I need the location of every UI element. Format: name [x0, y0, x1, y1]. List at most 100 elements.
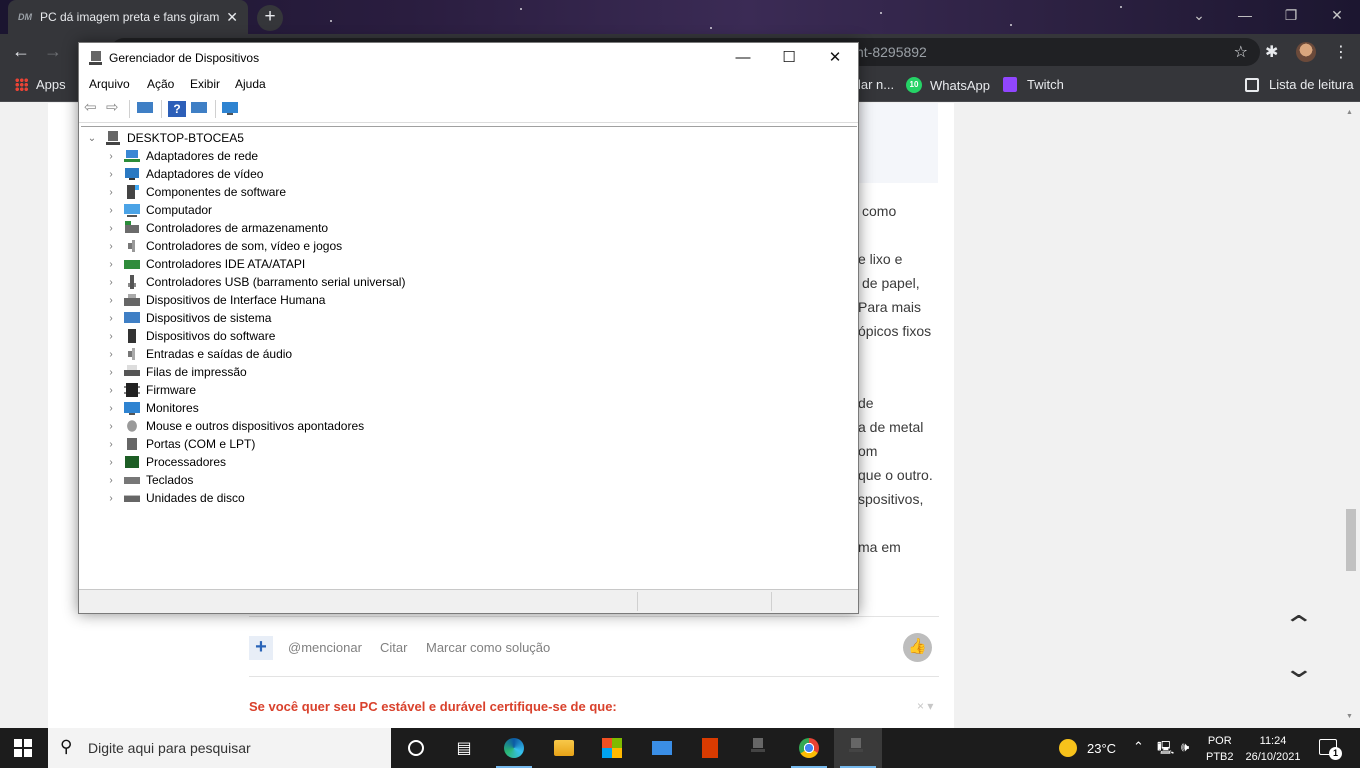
- add-reply-button[interactable]: +: [249, 636, 273, 660]
- network-icon[interactable]: 🖳: [1157, 739, 1174, 768]
- volume-icon[interactable]: 🕪: [1181, 739, 1189, 768]
- taskbar-device-manager[interactable]: [834, 728, 882, 768]
- device-category-row[interactable]: › Entradas e saídas de áudio: [106, 345, 292, 363]
- close-tab-icon[interactable]: ✕: [226, 9, 238, 26]
- device-category-row[interactable]: › Dispositivos de Interface Humana: [106, 291, 325, 309]
- mark-solution-link[interactable]: Marcar como solução: [426, 640, 550, 655]
- device-category-row[interactable]: › Controladores IDE ATA/ATAPI: [106, 255, 305, 273]
- notification-icon[interactable]: 1: [1319, 739, 1342, 760]
- maximize-button[interactable]: ☐: [766, 43, 812, 74]
- scroll-up-icon[interactable]: ⌃: [1283, 610, 1316, 641]
- chevron-right-icon[interactable]: ›: [106, 493, 116, 504]
- chevron-right-icon[interactable]: ›: [106, 331, 116, 342]
- device-category-row[interactable]: › Filas de impressão: [106, 363, 247, 381]
- view-icon[interactable]: [191, 101, 209, 117]
- chevron-right-icon[interactable]: ›: [106, 295, 116, 306]
- profile-avatar[interactable]: [1296, 42, 1316, 62]
- close-window-icon[interactable]: ✕: [1314, 0, 1360, 34]
- chevron-right-icon[interactable]: ›: [106, 457, 116, 468]
- reading-list[interactable]: Lista de leitura: [1245, 77, 1354, 92]
- device-category-row[interactable]: › Mouse e outros dispositivos apontadores: [106, 417, 364, 435]
- device-category-row[interactable]: › Dispositivos do software: [106, 327, 275, 345]
- close-button[interactable]: ✕: [812, 43, 858, 74]
- menu-exibir[interactable]: Exibir: [190, 77, 220, 91]
- scrollbar-down-arrow-icon[interactable]: ▼: [1346, 713, 1353, 720]
- start-button[interactable]: [14, 739, 32, 757]
- menu-acao[interactable]: Ação: [147, 77, 174, 91]
- menu-arquivo[interactable]: Arquivo: [89, 77, 130, 91]
- device-category-row[interactable]: › Controladores de som, vídeo e jogos: [106, 237, 342, 255]
- chevron-right-icon[interactable]: ›: [106, 277, 116, 288]
- browser-tab[interactable]: DM PC dá imagem preta e fans giram ✕: [8, 0, 248, 34]
- back-arrow-icon[interactable]: ⇦: [84, 100, 102, 117]
- menu-ajuda[interactable]: Ajuda: [235, 77, 266, 91]
- device-category-row[interactable]: › Adaptadores de rede: [106, 147, 258, 165]
- scan-hardware-icon[interactable]: [222, 101, 240, 117]
- bookmark-twitch[interactable]: Twitch: [1003, 77, 1064, 92]
- forward-icon[interactable]: →: [40, 40, 66, 64]
- chevron-right-icon[interactable]: ›: [106, 367, 116, 378]
- chevron-right-icon[interactable]: ›: [106, 259, 116, 270]
- menu-icon[interactable]: ⋮: [1333, 42, 1349, 62]
- quote-link[interactable]: Citar: [380, 640, 407, 655]
- chevron-right-icon[interactable]: ›: [106, 223, 116, 234]
- signature-close-icon[interactable]: × ▾: [917, 699, 933, 713]
- new-tab-button[interactable]: +: [257, 5, 283, 31]
- forward-arrow-icon[interactable]: ⇨: [106, 100, 124, 117]
- scrollbar-thumb[interactable]: [1346, 509, 1356, 571]
- tree-root[interactable]: ⌄ DESKTOP-BTOCEA5: [87, 129, 244, 147]
- device-category-row[interactable]: › Computador: [106, 201, 212, 219]
- device-category-row[interactable]: › Controladores USB (barramento serial un…: [106, 273, 405, 291]
- chevron-right-icon[interactable]: ›: [106, 151, 116, 162]
- mention-link[interactable]: @mencionar: [288, 640, 362, 655]
- input-language[interactable]: POR PTB2: [1206, 733, 1234, 765]
- help-icon[interactable]: ?: [168, 101, 186, 117]
- taskbar-device-app[interactable]: [736, 728, 784, 768]
- chevron-right-icon[interactable]: ›: [106, 439, 116, 450]
- weather-temperature[interactable]: 23°C: [1087, 741, 1116, 756]
- bookmark-whatsapp[interactable]: 10 WhatsApp: [906, 77, 990, 93]
- scroll-down-icon[interactable]: ⌃: [1283, 651, 1316, 682]
- device-category-row[interactable]: › Adaptadores de vídeo: [106, 165, 263, 183]
- chevron-down-icon[interactable]: ⌄: [87, 133, 97, 144]
- chevron-right-icon[interactable]: ›: [106, 403, 116, 414]
- clock[interactable]: 11:24 26/10/2021: [1243, 733, 1303, 765]
- taskbar-search[interactable]: ⚲ Digite aqui para pesquisar: [48, 728, 391, 768]
- taskbar-edge[interactable]: [490, 728, 538, 768]
- restore-icon[interactable]: ❐: [1268, 0, 1314, 34]
- device-category-row[interactable]: › Controladores de armazenamento: [106, 219, 328, 237]
- bookmark-apps[interactable]: Apps: [15, 77, 66, 92]
- chevron-right-icon[interactable]: ›: [106, 421, 116, 432]
- taskbar-mail[interactable]: [638, 728, 686, 768]
- taskbar-office[interactable]: [686, 728, 734, 768]
- device-category-row[interactable]: › Portas (COM e LPT): [106, 435, 255, 453]
- window-title-bar[interactable]: Gerenciador de Dispositivos — ☐ ✕: [79, 43, 858, 74]
- chevron-right-icon[interactable]: ›: [106, 187, 116, 198]
- weather-sun-icon[interactable]: [1059, 739, 1077, 757]
- properties-icon[interactable]: [137, 101, 155, 117]
- device-category-row[interactable]: › Dispositivos de sistema: [106, 309, 271, 327]
- chevron-right-icon[interactable]: ›: [106, 475, 116, 486]
- device-category-row[interactable]: › Teclados: [106, 471, 193, 489]
- device-category-row[interactable]: › Monitores: [106, 399, 199, 417]
- chevron-up-icon[interactable]: ⌃: [1133, 739, 1144, 768]
- device-category-row[interactable]: › Firmware: [106, 381, 196, 399]
- back-icon[interactable]: ←: [8, 40, 34, 64]
- bookmark-star-icon[interactable]: ☆: [1234, 42, 1248, 62]
- chevron-right-icon[interactable]: ›: [106, 205, 116, 216]
- taskbar-explorer[interactable]: [540, 728, 588, 768]
- chevron-right-icon[interactable]: ›: [106, 169, 116, 180]
- tab-search-icon[interactable]: ⌄: [1176, 0, 1222, 34]
- device-category-row[interactable]: › Componentes de software: [106, 183, 286, 201]
- extensions-icon[interactable]: ✱: [1265, 42, 1278, 62]
- device-category-row[interactable]: › Unidades de disco: [106, 489, 245, 507]
- page-scrollbar[interactable]: [1342, 103, 1360, 728]
- device-category-row[interactable]: › Processadores: [106, 453, 226, 471]
- taskbar-chrome[interactable]: [785, 728, 833, 768]
- like-icon[interactable]: 👍: [903, 633, 932, 662]
- chevron-right-icon[interactable]: ›: [106, 241, 116, 252]
- cortana-button[interactable]: [392, 728, 440, 768]
- chevron-right-icon[interactable]: ›: [106, 385, 116, 396]
- chevron-right-icon[interactable]: ›: [106, 349, 116, 360]
- scrollbar-up-arrow-icon[interactable]: ▲: [1346, 109, 1353, 116]
